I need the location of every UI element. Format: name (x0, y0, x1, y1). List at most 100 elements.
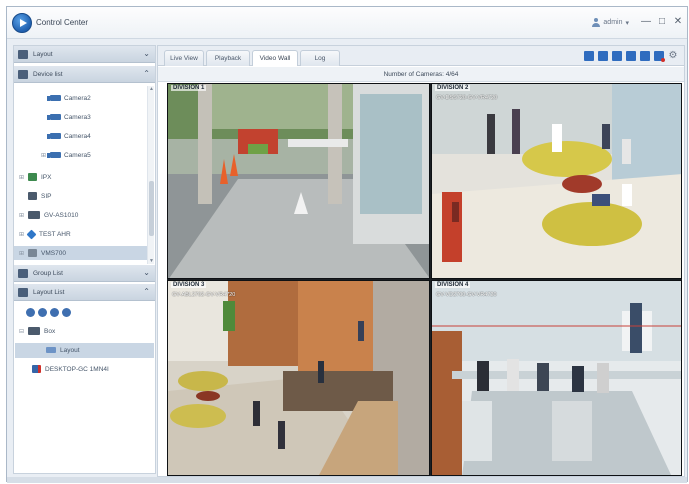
group-list-icon (18, 268, 28, 278)
expand-icon[interactable]: ⊞ (18, 212, 25, 219)
layout-icon (18, 49, 28, 59)
scroll-thumb[interactable] (149, 181, 154, 236)
section-layout[interactable]: Layout ⌄ (14, 46, 155, 63)
layout-selection (15, 343, 154, 358)
app-title: Control Center (36, 18, 89, 27)
chevron-down-icon[interactable]: ⌄ (143, 49, 150, 58)
tree-item-device[interactable]: ⊞ IPX (18, 170, 51, 184)
camera-name-overlay: GV-DSS720-GV-VR4720 (436, 95, 498, 101)
user-menu[interactable]: admin ▾ (592, 18, 629, 27)
close-button[interactable]: ✕ (673, 16, 683, 28)
device-tree: Camera2 Camera3 Camera4 ⊞ Camera5 ⊞ IPX (14, 86, 155, 264)
chevron-up-icon[interactable]: ⌃ (143, 69, 150, 78)
camera-icon (47, 152, 61, 158)
tree-item-label: Camera5 (64, 151, 91, 159)
edit-layout-button[interactable] (50, 308, 59, 317)
single-view-icon[interactable] (584, 51, 594, 61)
tree-item-device[interactable]: ⊞ GV-AS1010 (18, 208, 78, 222)
device-tree-scrollbar[interactable]: ▲ ▼ (147, 86, 154, 264)
layout-toolbar (26, 308, 71, 317)
division-3[interactable]: DIVISION 3 GV-ABL2702-GV-VR4720 (167, 280, 430, 476)
left-panel: Layout ⌄ Device list ⌃ Camera2 Camera3 C… (13, 45, 156, 474)
chevron-down-icon: ▾ (625, 19, 629, 27)
camera-count: Number of Cameras: 4/64 (158, 67, 684, 82)
view-toolbar: ⚙ (584, 51, 678, 62)
tree-item-label: Box (44, 327, 56, 335)
maximize-button[interactable]: □ (657, 16, 667, 28)
tab-playback[interactable]: Playback (206, 50, 250, 66)
camera-icon (47, 133, 61, 139)
refresh-layout-button[interactable] (62, 308, 71, 317)
quad-view-icon[interactable] (598, 51, 608, 61)
tree-item-label: Layout (60, 346, 80, 354)
tree-item-label: DESKTOP-GC 1MN4I (45, 365, 109, 373)
expand-icon[interactable]: ⊞ (18, 174, 25, 181)
tree-item-label: Camera2 (64, 94, 91, 102)
status-bar (7, 477, 687, 483)
tree-item-camera[interactable]: Camera2 (47, 91, 91, 105)
section-label: Layout (33, 50, 53, 58)
camera-icon (47, 95, 61, 101)
device-list-icon (18, 69, 28, 79)
add-layout-button[interactable] (26, 308, 35, 317)
tree-item-label: Camera4 (64, 132, 91, 140)
tree-item-label: SIP (41, 192, 52, 200)
sixteen-view-icon[interactable] (626, 51, 636, 61)
tree-item-device[interactable]: ⊞ VMS700 (14, 246, 147, 260)
tab-bar: Live View Playback Video Wall Log ⚙ (158, 46, 684, 66)
layout-tree-item[interactable]: Layout (46, 343, 80, 357)
division-1[interactable]: DIVISION 1 (167, 83, 430, 279)
division-title: DIVISION 1 (171, 85, 207, 91)
app-window: Control Center admin ▾ — □ ✕ Layout ⌄ De… (6, 6, 688, 483)
division-4[interactable]: DIVISION 4 GV-VD2700-GV-VR4720 (431, 280, 682, 476)
camera-icon (47, 114, 61, 120)
video-wall: DIVISION 1 DIVISION 2 GV-DSS720-GV-VR472… (167, 83, 682, 476)
tab-log[interactable]: Log (300, 50, 340, 66)
custom-view-icon[interactable] (640, 51, 650, 61)
scroll-up-icon[interactable]: ▲ (148, 86, 155, 92)
controller-icon (28, 211, 40, 219)
division-title: DIVISION 4 (435, 282, 471, 288)
tree-item-camera[interactable]: ⊞ Camera5 (40, 148, 91, 162)
division-title: DIVISION 3 (171, 282, 207, 288)
tree-item-label: Camera3 (64, 113, 91, 121)
video-feed-3 (168, 281, 429, 475)
phone-icon (28, 192, 37, 200)
tree-item-label: TEST AHR (39, 230, 71, 238)
section-group-list[interactable]: Group List ⌄ (14, 265, 155, 282)
collapse-icon[interactable]: ⊟ (18, 328, 25, 335)
nine-view-icon[interactable] (612, 51, 622, 61)
tree-item-camera[interactable]: Camera3 (47, 110, 91, 124)
chevron-up-icon[interactable]: ⌃ (143, 287, 150, 296)
tree-item-camera[interactable]: Camera4 (47, 129, 91, 143)
camera-name-overlay: GV-VD2700-GV-VR4720 (436, 292, 497, 298)
minimize-button[interactable]: — (641, 16, 651, 28)
tab-live-view[interactable]: Live View (164, 50, 204, 66)
section-label: Layout List (33, 288, 65, 296)
layout-tree-item[interactable]: DESKTOP-GC 1MN4I (32, 362, 109, 376)
division-2[interactable]: DIVISION 2 GV-DSS720-GV-VR4720 (431, 83, 682, 279)
tab-video-wall[interactable]: Video Wall (252, 50, 298, 66)
app-logo-icon (12, 13, 32, 33)
scroll-down-icon[interactable]: ▼ (148, 258, 155, 264)
expand-icon[interactable]: ⊞ (18, 231, 25, 238)
tree-item-device[interactable]: SIP (18, 189, 51, 203)
record-icon[interactable] (654, 51, 665, 62)
gear-icon[interactable]: ⚙ (668, 51, 678, 61)
section-device-list[interactable]: Device list ⌃ (14, 66, 155, 83)
folder-icon (28, 327, 40, 335)
main-area: Live View Playback Video Wall Log ⚙ Numb… (157, 45, 685, 477)
title-bar: Control Center admin ▾ — □ ✕ (7, 7, 687, 39)
tree-item-label: VMS700 (41, 249, 66, 257)
division-title: DIVISION 2 (435, 85, 471, 91)
section-layout-list[interactable]: Layout List ⌃ (14, 284, 155, 301)
chevron-down-icon[interactable]: ⌄ (143, 268, 150, 277)
user-icon (592, 18, 601, 27)
workstation-icon (32, 365, 41, 373)
tree-item-device[interactable]: ⊞ TEST AHR (18, 227, 71, 241)
layout-tree-box[interactable]: ⊟ Box (18, 324, 55, 338)
remove-layout-button[interactable] (38, 308, 47, 317)
section-label: Group List (33, 269, 63, 277)
expand-icon[interactable]: ⊞ (40, 152, 47, 159)
expand-icon[interactable]: ⊞ (18, 250, 25, 257)
